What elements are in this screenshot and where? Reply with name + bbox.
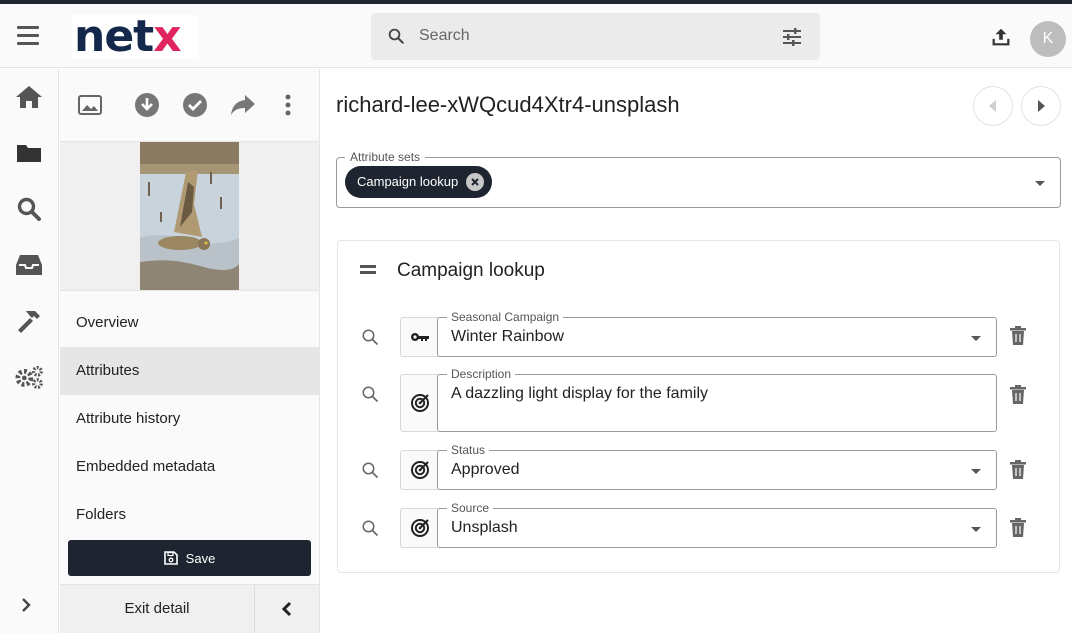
- field-label: Source: [447, 501, 494, 515]
- key-icon: [400, 317, 438, 357]
- rail-search-icon[interactable]: [14, 194, 44, 224]
- attribute-set-chip: Campaign lookup: [345, 166, 493, 198]
- attributes-main: richard-lee-xWQcud4Xtr4-unsplash Attribu…: [321, 69, 1072, 633]
- lookup-search-icon[interactable]: [361, 519, 379, 537]
- field-value: Approved: [451, 461, 520, 478]
- hammer-icon[interactable]: [14, 306, 44, 336]
- status-select[interactable]: Status Approved: [437, 443, 997, 490]
- caret-right-icon: [1038, 100, 1045, 112]
- field-value: Winter Rainbow: [451, 328, 564, 345]
- caret-left-icon: [989, 100, 996, 112]
- delete-trash-icon[interactable]: [1010, 460, 1026, 479]
- menu-icon[interactable]: [17, 26, 39, 46]
- next-asset-button[interactable]: [1021, 86, 1061, 126]
- dropdown-arrow-icon: [971, 527, 981, 532]
- save-label: Save: [185, 550, 216, 566]
- delete-trash-icon[interactable]: [1010, 385, 1026, 404]
- collapse-panel-button[interactable]: [254, 585, 319, 633]
- attribute-sets-label: Attribute sets: [345, 150, 426, 164]
- approve-check-icon[interactable]: [182, 92, 208, 118]
- dropdown-arrow-icon[interactable]: [1034, 180, 1046, 187]
- search-icon: [388, 28, 404, 44]
- detail-nav-list: Overview Attributes Attribute history Em…: [60, 299, 319, 539]
- dropdown-arrow-icon: [971, 336, 981, 341]
- nav-embedded-metadata[interactable]: Embedded metadata: [60, 443, 319, 491]
- detail-side-panel: Overview Attributes Attribute history Em…: [60, 69, 320, 633]
- drag-handle-icon[interactable]: [360, 265, 376, 277]
- search-placeholder: Search: [419, 27, 470, 44]
- field-label: Seasonal Campaign: [447, 310, 564, 324]
- download-icon[interactable]: [134, 92, 160, 118]
- lookup-search-icon[interactable]: [361, 328, 379, 346]
- more-vert-icon[interactable]: [275, 92, 301, 118]
- radar-icon: [400, 374, 438, 432]
- chevron-right-icon[interactable]: [18, 597, 34, 613]
- settings-icon[interactable]: [14, 362, 44, 392]
- previous-asset-button[interactable]: [973, 86, 1013, 126]
- home-icon[interactable]: [14, 82, 44, 112]
- delete-trash-icon[interactable]: [1010, 326, 1026, 345]
- chip-remove-icon[interactable]: [466, 173, 485, 191]
- search-bar[interactable]: Search: [371, 13, 820, 60]
- source-select[interactable]: Source Unsplash: [437, 501, 997, 548]
- field-label: Status: [447, 443, 490, 457]
- asset-toolbar: [60, 69, 319, 141]
- field-value: A dazzling light display for the family: [451, 385, 709, 402]
- card-title: Campaign lookup: [397, 260, 545, 281]
- radar-icon: [400, 508, 438, 548]
- netx-logo[interactable]: netx: [72, 15, 198, 59]
- save-button[interactable]: Save: [68, 540, 311, 576]
- nav-attribute-history[interactable]: Attribute history: [60, 395, 319, 443]
- app-header: netx Search K: [0, 4, 1072, 68]
- seasonal-campaign-select[interactable]: Seasonal Campaign Winter Rainbow: [437, 310, 997, 357]
- exit-row: Exit detail: [60, 584, 319, 633]
- user-avatar[interactable]: K: [1030, 21, 1066, 57]
- filter-tune-icon[interactable]: [782, 28, 802, 46]
- field-value: Unsplash: [451, 519, 518, 536]
- description-textarea[interactable]: Description A dazzling light display for…: [437, 367, 997, 432]
- campaign-lookup-card: Campaign lookup Seasonal Campaign Winter…: [337, 240, 1060, 573]
- chevron-left-icon: [281, 601, 292, 617]
- save-disk-icon: [163, 551, 178, 565]
- attribute-sets-select[interactable]: Attribute sets Campaign lookup: [336, 150, 1061, 208]
- radar-icon: [400, 450, 438, 490]
- folder-icon[interactable]: [14, 138, 44, 168]
- asset-thumbnail-owl[interactable]: [140, 142, 239, 290]
- asset-title: richard-lee-xWQcud4Xtr4-unsplash: [336, 92, 680, 117]
- lookup-search-icon[interactable]: [361, 385, 379, 403]
- dropdown-arrow-icon: [971, 469, 981, 474]
- upload-icon[interactable]: [990, 26, 1012, 48]
- image-icon[interactable]: [77, 92, 103, 118]
- nav-attributes[interactable]: Attributes: [60, 347, 319, 395]
- inbox-icon[interactable]: [14, 250, 44, 280]
- share-forward-icon[interactable]: [230, 92, 256, 118]
- nav-folders[interactable]: Folders: [60, 491, 319, 539]
- field-label: Description: [447, 367, 516, 381]
- delete-trash-icon[interactable]: [1010, 518, 1026, 537]
- chip-label: Campaign lookup: [357, 174, 459, 189]
- left-rail: [0, 69, 59, 633]
- exit-detail-button[interactable]: Exit detail: [60, 585, 254, 633]
- lookup-search-icon[interactable]: [361, 461, 379, 479]
- thumbnail-area: [60, 141, 319, 291]
- nav-overview[interactable]: Overview: [60, 299, 319, 347]
